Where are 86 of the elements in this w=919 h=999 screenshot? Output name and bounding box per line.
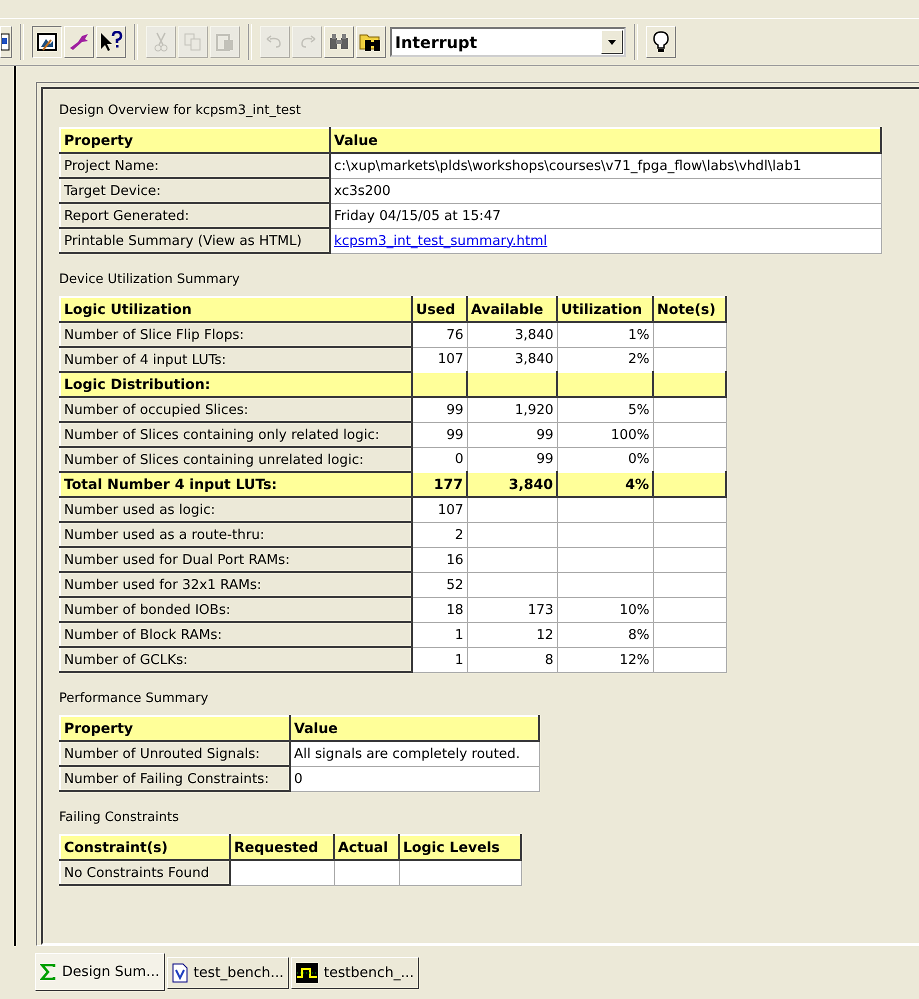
column-header: Used (412, 297, 467, 322)
table-cell: All signals are completely routed. (290, 741, 539, 766)
table-cell: 4% (557, 472, 653, 497)
row-label: Number of Block RAMs: (60, 622, 412, 647)
table-cell: 1 (412, 647, 467, 672)
column-header: Value (330, 128, 881, 153)
document-tab[interactable]: testbench_... (290, 957, 419, 989)
column-header: Logic Utilization (60, 297, 412, 322)
document-tab[interactable]: test_bench... (166, 957, 289, 989)
column-header: Actual (334, 835, 399, 860)
table-cell: 5% (557, 397, 653, 422)
table-cell: 52 (412, 572, 467, 597)
table-cell: 99 (412, 397, 467, 422)
row-label: Project Name: (60, 153, 330, 178)
document-tab[interactable]: Design Sum... (35, 953, 165, 991)
column-header: Property (60, 128, 330, 153)
lightbulb-icon (652, 30, 670, 54)
table-cell: 107 (412, 497, 467, 522)
section-title: Performance Summary (59, 691, 210, 706)
table-cell: 99 (467, 422, 557, 447)
search-dropdown[interactable]: Interrupt (390, 27, 626, 57)
row-label: No Constraints Found (60, 860, 230, 885)
table-cell: 99 (412, 422, 467, 447)
table-cell: 173 (467, 597, 557, 622)
row-label: Number of Slice Flip Flops: (60, 322, 412, 347)
clipboard-icon (215, 32, 235, 52)
column-header: Available (467, 297, 557, 322)
binoculars-icon (328, 32, 350, 52)
table-cell: 10% (557, 597, 653, 622)
row-label: Target Device: (60, 178, 330, 203)
row-label: Number of Slices containing only related logic: (60, 422, 412, 447)
row-label: Number of Slices containing unrelated logic: (60, 447, 412, 472)
column-header: Property (60, 716, 290, 741)
table-cell: 3,840 (467, 322, 557, 347)
row-label: Number used as a route-thru: (60, 522, 412, 547)
table-cell: 12% (557, 647, 653, 672)
section-title: Design Overview for kcpsm3_int_test (59, 103, 302, 118)
row-label: Number used for 32x1 RAMs: (60, 572, 412, 597)
toolbar-button[interactable] (32, 26, 62, 58)
table-cell: xc3s200 (330, 178, 881, 203)
row-label: Number of bonded IOBs: (60, 597, 412, 622)
table-cell: 16 (412, 547, 467, 572)
table-cell: c:\xup\markets\plds\workshops\courses\v71_fpga_flow\labs\vhdl\lab1 (330, 153, 881, 178)
column-header: Requested (230, 835, 334, 860)
row-label: Logic Distribution: (60, 372, 412, 397)
table-cell: Friday 04/15/05 at 15:47 (330, 203, 881, 228)
row-label: Number of Failing Constraints: (60, 766, 290, 791)
document-icon (1, 32, 11, 52)
wrench-icon (68, 32, 90, 52)
table-cell: 3,840 (467, 472, 557, 497)
column-header: Utilization (557, 297, 653, 322)
row-label: Number of 4 input LUTs: (60, 347, 412, 372)
column-header: Constraint(s) (60, 835, 230, 860)
table-cell: 12 (467, 622, 557, 647)
row-label: Number of Unrouted Signals: (60, 741, 290, 766)
section-title: Failing Constraints (59, 810, 180, 825)
table-cell: 1 (412, 622, 467, 647)
row-label: Number used as logic: (60, 497, 412, 522)
row-label: Total Number 4 input LUTs: (60, 472, 412, 497)
table-cell: 76 (412, 322, 467, 347)
waveform-icon (296, 963, 318, 983)
row-label: Number of occupied Slices: (60, 397, 412, 422)
column-header: Note(s) (653, 297, 726, 322)
table-cell: 1% (557, 322, 653, 347)
column-header: Logic Levels (399, 835, 521, 860)
row-label: Number of GCLKs: (60, 647, 412, 672)
scissors-icon (153, 32, 169, 52)
row-label: Number used for Dual Port RAMs: (60, 547, 412, 572)
document-icon (172, 963, 188, 983)
row-label: Report Generated: (60, 203, 330, 228)
table-cell: 0 (290, 766, 539, 791)
framed-picture-icon (37, 32, 57, 52)
table-cell: 177 (412, 472, 467, 497)
table-cell: 8% (557, 622, 653, 647)
section-title: Device Utilization Summary (59, 272, 241, 287)
dropdown-arrow-icon (608, 40, 616, 44)
table-cell: 8 (467, 647, 557, 672)
table-cell: 1,920 (467, 397, 557, 422)
table-cell: 2 (412, 522, 467, 547)
column-header: Value (290, 716, 539, 741)
copy-icon (183, 32, 203, 52)
table-cell: 18 (412, 597, 467, 622)
sigma-icon (40, 964, 56, 980)
row-label: Printable Summary (View as HTML) (60, 228, 330, 253)
table-cell: 100% (557, 422, 653, 447)
help-pointer-icon (99, 31, 123, 53)
